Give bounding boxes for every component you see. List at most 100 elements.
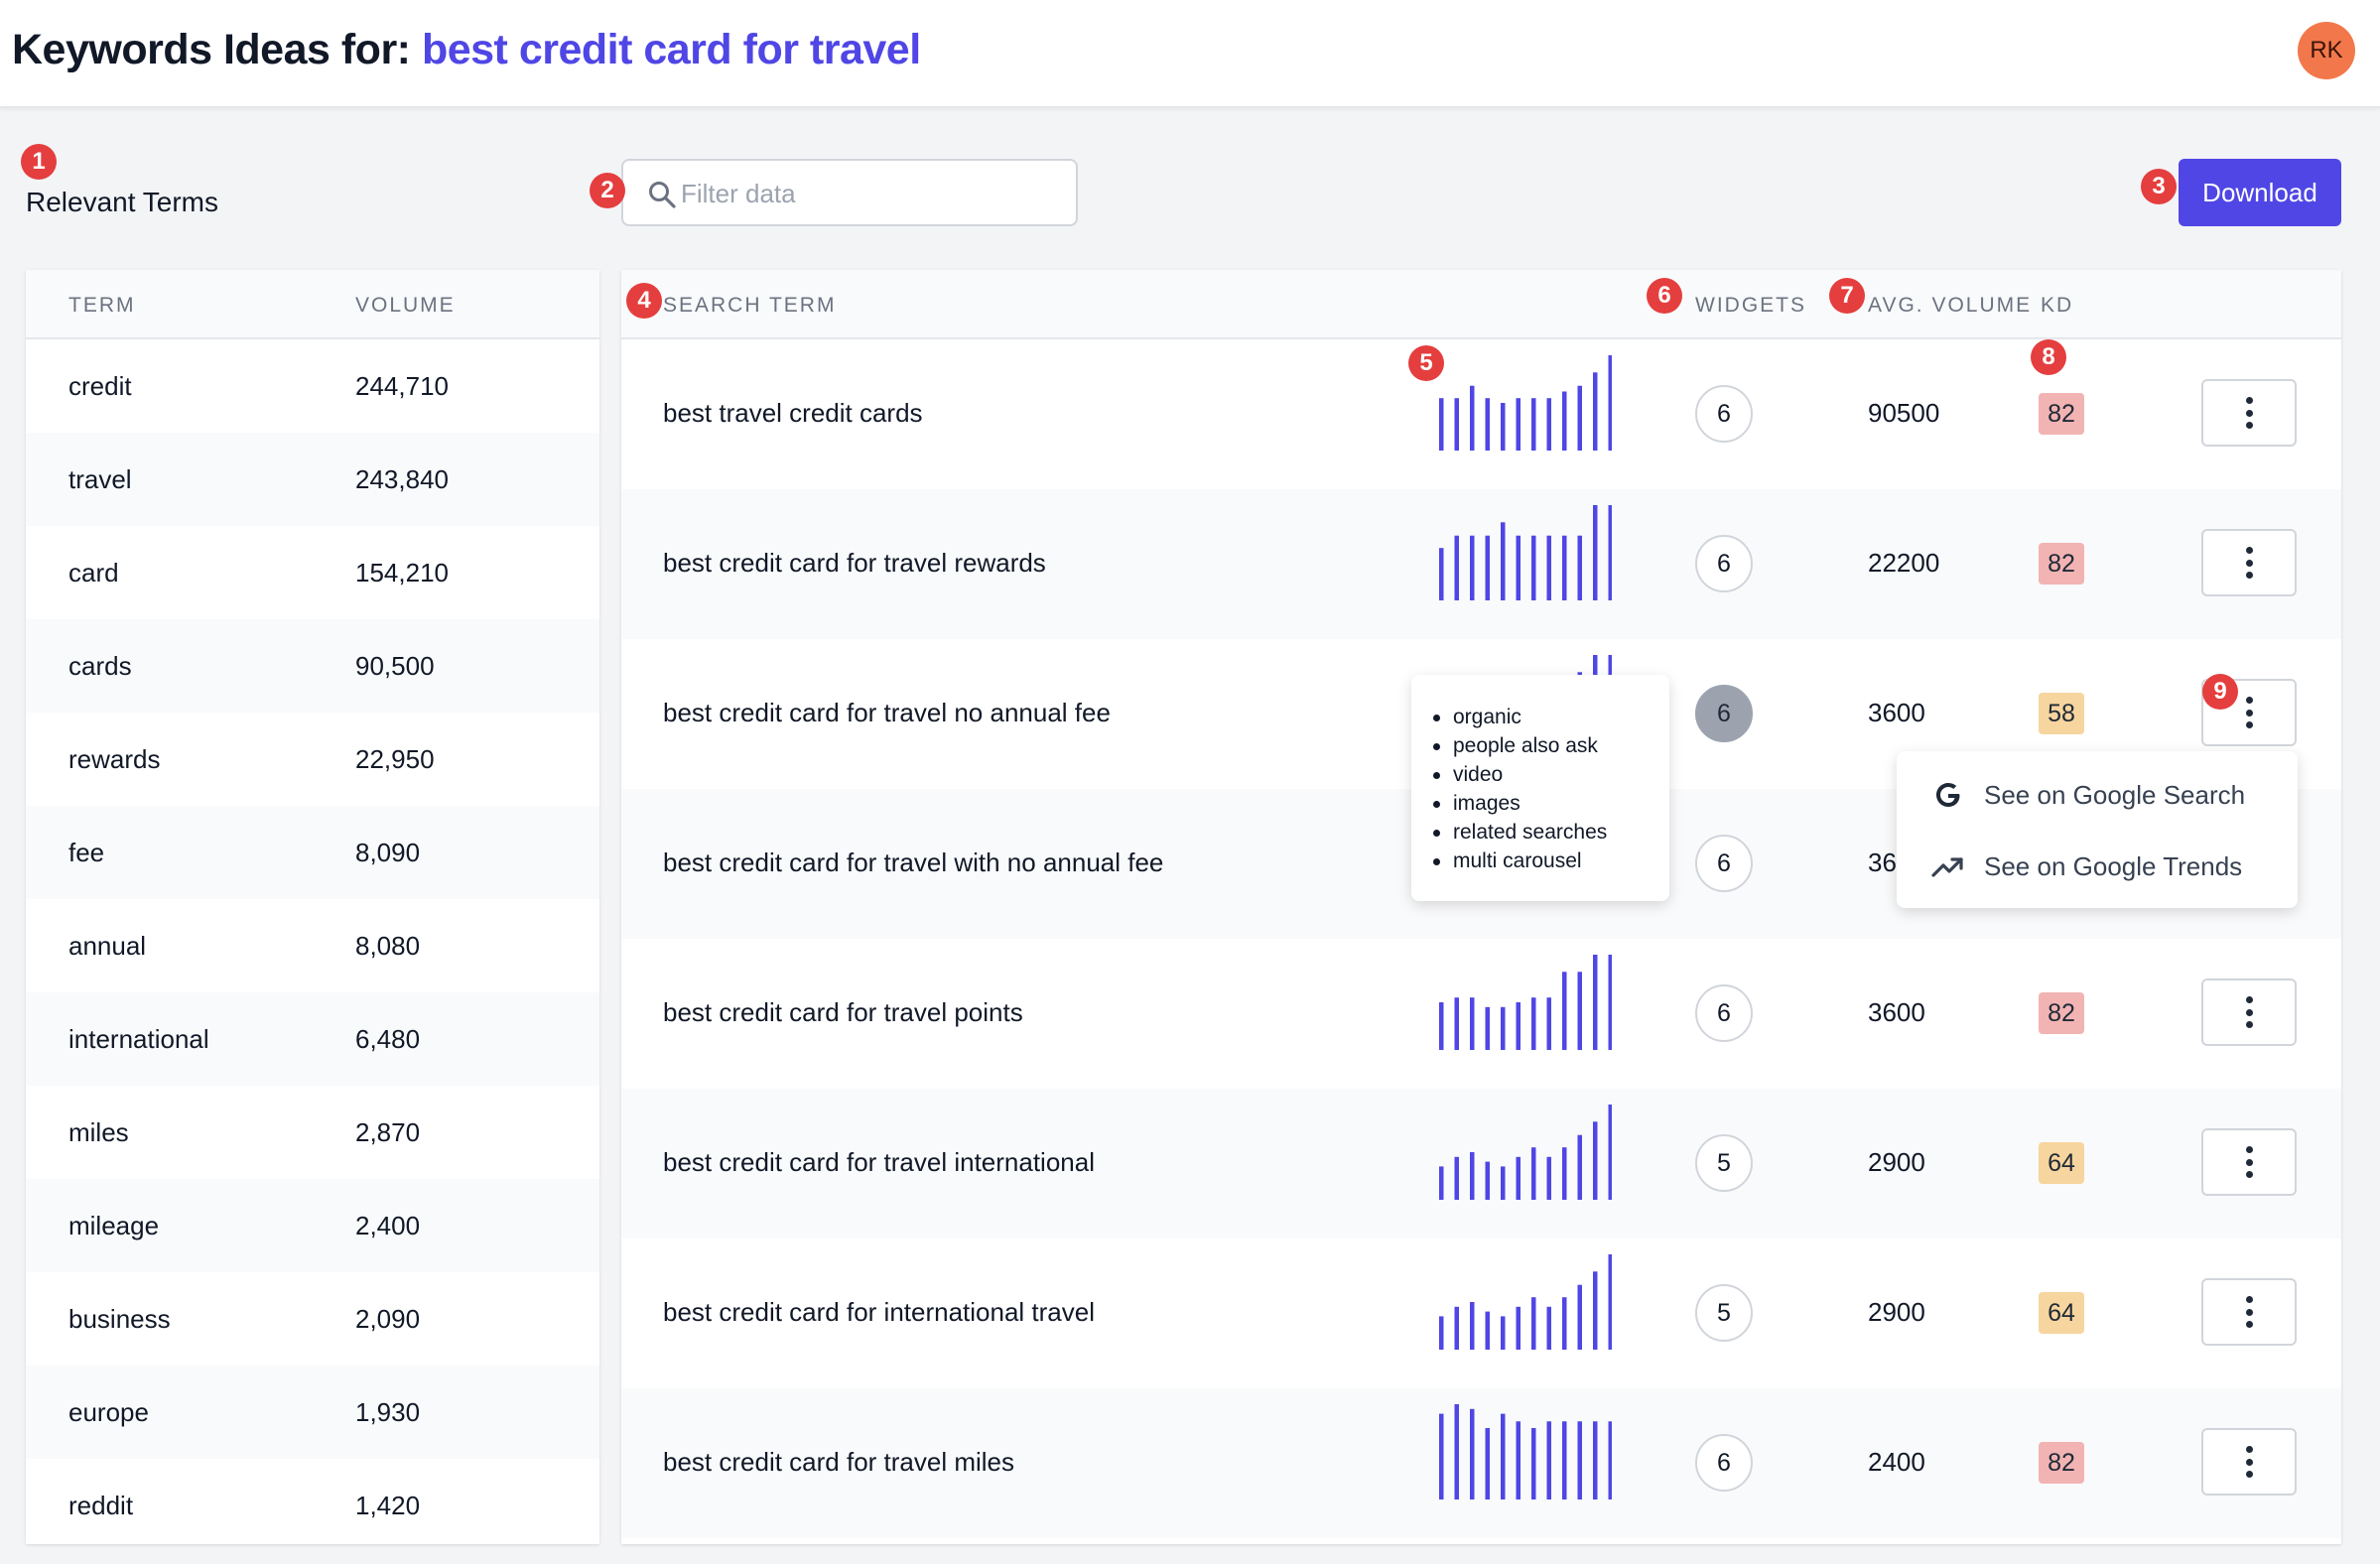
table-row[interactable]: credit 244,710 <box>26 339 599 433</box>
row-actions-button[interactable] <box>2201 978 2297 1046</box>
avatar[interactable]: RK <box>2298 22 2355 79</box>
trend-bar <box>1562 972 1567 1050</box>
more-vertical-icon <box>2245 397 2253 429</box>
widgets-count-badge[interactable]: 6 <box>1695 835 1753 892</box>
column-header-term[interactable]: TERM <box>68 294 136 318</box>
volume-cell: 90,500 <box>355 651 435 681</box>
table-row[interactable]: card 154,210 <box>26 526 599 619</box>
table-row[interactable]: best credit card for travel internationa… <box>621 1089 2341 1238</box>
widget-type-item: organic <box>1431 703 1669 731</box>
volume-cell: 243,840 <box>355 464 449 494</box>
trend-bar <box>1454 1404 1459 1499</box>
annotation-marker-9: 9 <box>2202 674 2238 710</box>
column-header-kd[interactable]: KD <box>2041 294 2073 318</box>
row-actions-button[interactable] <box>2201 529 2297 596</box>
trend-bar <box>1608 355 1612 451</box>
table-row[interactable]: europe 1,930 <box>26 1366 599 1459</box>
search-term-cell: best credit card for travel internationa… <box>663 1147 1095 1177</box>
widgets-count-badge[interactable]: 5 <box>1695 1284 1753 1342</box>
filter-input[interactable] <box>681 173 1058 214</box>
annotation-marker-3: 3 <box>2141 169 2177 204</box>
trend-bar <box>1439 548 1444 600</box>
term-cell: mileage <box>68 1211 160 1240</box>
trend-bar <box>1454 997 1459 1050</box>
table-row[interactable]: best credit card for travel points 6 3600 8… <box>621 939 2341 1089</box>
widgets-count-badge[interactable]: 6 <box>1695 984 1753 1042</box>
trend-bar <box>1439 1002 1444 1050</box>
trend-bar <box>1470 535 1475 600</box>
table-row[interactable]: international 6,480 <box>26 992 599 1086</box>
kd-badge: 82 <box>2039 992 2084 1034</box>
avg-volume-cell: 3600 <box>1868 698 1925 727</box>
annotation-marker-5: 5 <box>1408 345 1444 381</box>
trend-bar <box>1516 398 1521 451</box>
row-actions-button[interactable] <box>2201 1128 2297 1196</box>
trend-bar <box>1562 391 1567 451</box>
trend-bar <box>1516 535 1521 600</box>
term-cell: business <box>68 1304 171 1334</box>
row-actions-button[interactable] <box>2201 379 2297 447</box>
menu-item-google-trends-label: See on Google Trends <box>1984 850 2243 881</box>
widgets-count-badge[interactable]: 6 <box>1695 535 1753 592</box>
table-row[interactable]: rewards 22,950 <box>26 713 599 806</box>
trend-bar <box>1470 385 1475 451</box>
column-header-avg-volume[interactable]: AVG. VOLUME <box>1868 294 2032 318</box>
avg-volume-cell: 90500 <box>1868 398 1940 428</box>
trend-bar <box>1546 997 1551 1050</box>
trend-bar <box>1531 398 1536 451</box>
table-row[interactable]: best credit card for travel rewards 6 2220… <box>621 489 2341 639</box>
trend-bar <box>1470 1408 1475 1499</box>
trend-bar <box>1593 1421 1598 1499</box>
trend-bar <box>1439 398 1444 451</box>
table-row[interactable]: annual 8,080 <box>26 899 599 992</box>
column-header-widgets[interactable]: WIDGETS <box>1695 294 1806 318</box>
trend-bar <box>1593 955 1598 1050</box>
search-icon <box>649 182 676 208</box>
trend-bar <box>1577 972 1582 1050</box>
trend-bar <box>1454 1306 1459 1350</box>
widget-type-item: video <box>1431 760 1669 789</box>
column-header-search-term[interactable]: SEARCH TERM <box>663 294 836 318</box>
table-row[interactable]: fee 8,090 <box>26 806 599 899</box>
table-row[interactable]: best travel credit cards 6 90500 82 <box>621 339 2341 489</box>
trend-bar <box>1501 403 1506 451</box>
widgets-count-badge[interactable]: 6 <box>1695 1434 1753 1492</box>
term-cell: international <box>68 1024 209 1054</box>
table-row[interactable]: best credit card for international trave… <box>621 1238 2341 1388</box>
table-row[interactable]: mileage 2,400 <box>26 1179 599 1272</box>
avg-volume-cell: 2900 <box>1868 1297 1925 1327</box>
table-row[interactable]: cards 90,500 <box>26 619 599 713</box>
column-header-volume[interactable]: VOLUME <box>355 294 456 318</box>
table-row[interactable]: travel 243,840 <box>26 433 599 526</box>
table-row[interactable]: business 2,090 <box>26 1272 599 1366</box>
annotation-marker-8: 8 <box>2031 339 2066 375</box>
trend-bar <box>1577 385 1582 451</box>
menu-item-google-search[interactable]: See on Google Search <box>1897 760 2298 830</box>
trend-bar <box>1485 398 1490 451</box>
more-vertical-icon <box>2245 547 2253 579</box>
table-row[interactable]: reddit 1,420 <box>26 1459 599 1544</box>
trend-bar <box>1501 1413 1506 1499</box>
table-row[interactable]: best credit card for travel miles 6 2400 82 <box>621 1388 2341 1538</box>
download-button[interactable]: Download <box>2179 159 2341 226</box>
trend-sparkline <box>1439 1105 1612 1200</box>
trend-bar <box>1531 1147 1536 1200</box>
page-header: Keywords Ideas for: best credit card for… <box>0 0 2380 108</box>
widgets-tooltip-list: organic people also ask video images related… <box>1431 703 1669 875</box>
widgets-count-badge[interactable]: 6 <box>1695 385 1753 443</box>
menu-item-google-trends[interactable]: See on Google Trends <box>1897 832 2298 901</box>
trend-sparkline <box>1439 355 1612 451</box>
trend-bar <box>1608 1105 1612 1200</box>
table-row[interactable]: miles 2,870 <box>26 1086 599 1179</box>
more-vertical-icon <box>2245 1146 2253 1178</box>
widget-type-item: people also ask <box>1431 731 1669 760</box>
widgets-count-badge[interactable]: 5 <box>1695 1134 1753 1192</box>
trend-bar <box>1501 1316 1506 1350</box>
widgets-count-badge[interactable]: 6 <box>1695 685 1753 742</box>
title-query: best credit card for travel <box>421 26 921 73</box>
volume-cell: 2,870 <box>355 1117 421 1147</box>
trend-bar <box>1562 1297 1567 1350</box>
filter-field[interactable] <box>621 159 1078 226</box>
row-actions-button[interactable] <box>2201 1278 2297 1346</box>
row-actions-button[interactable] <box>2201 1428 2297 1496</box>
